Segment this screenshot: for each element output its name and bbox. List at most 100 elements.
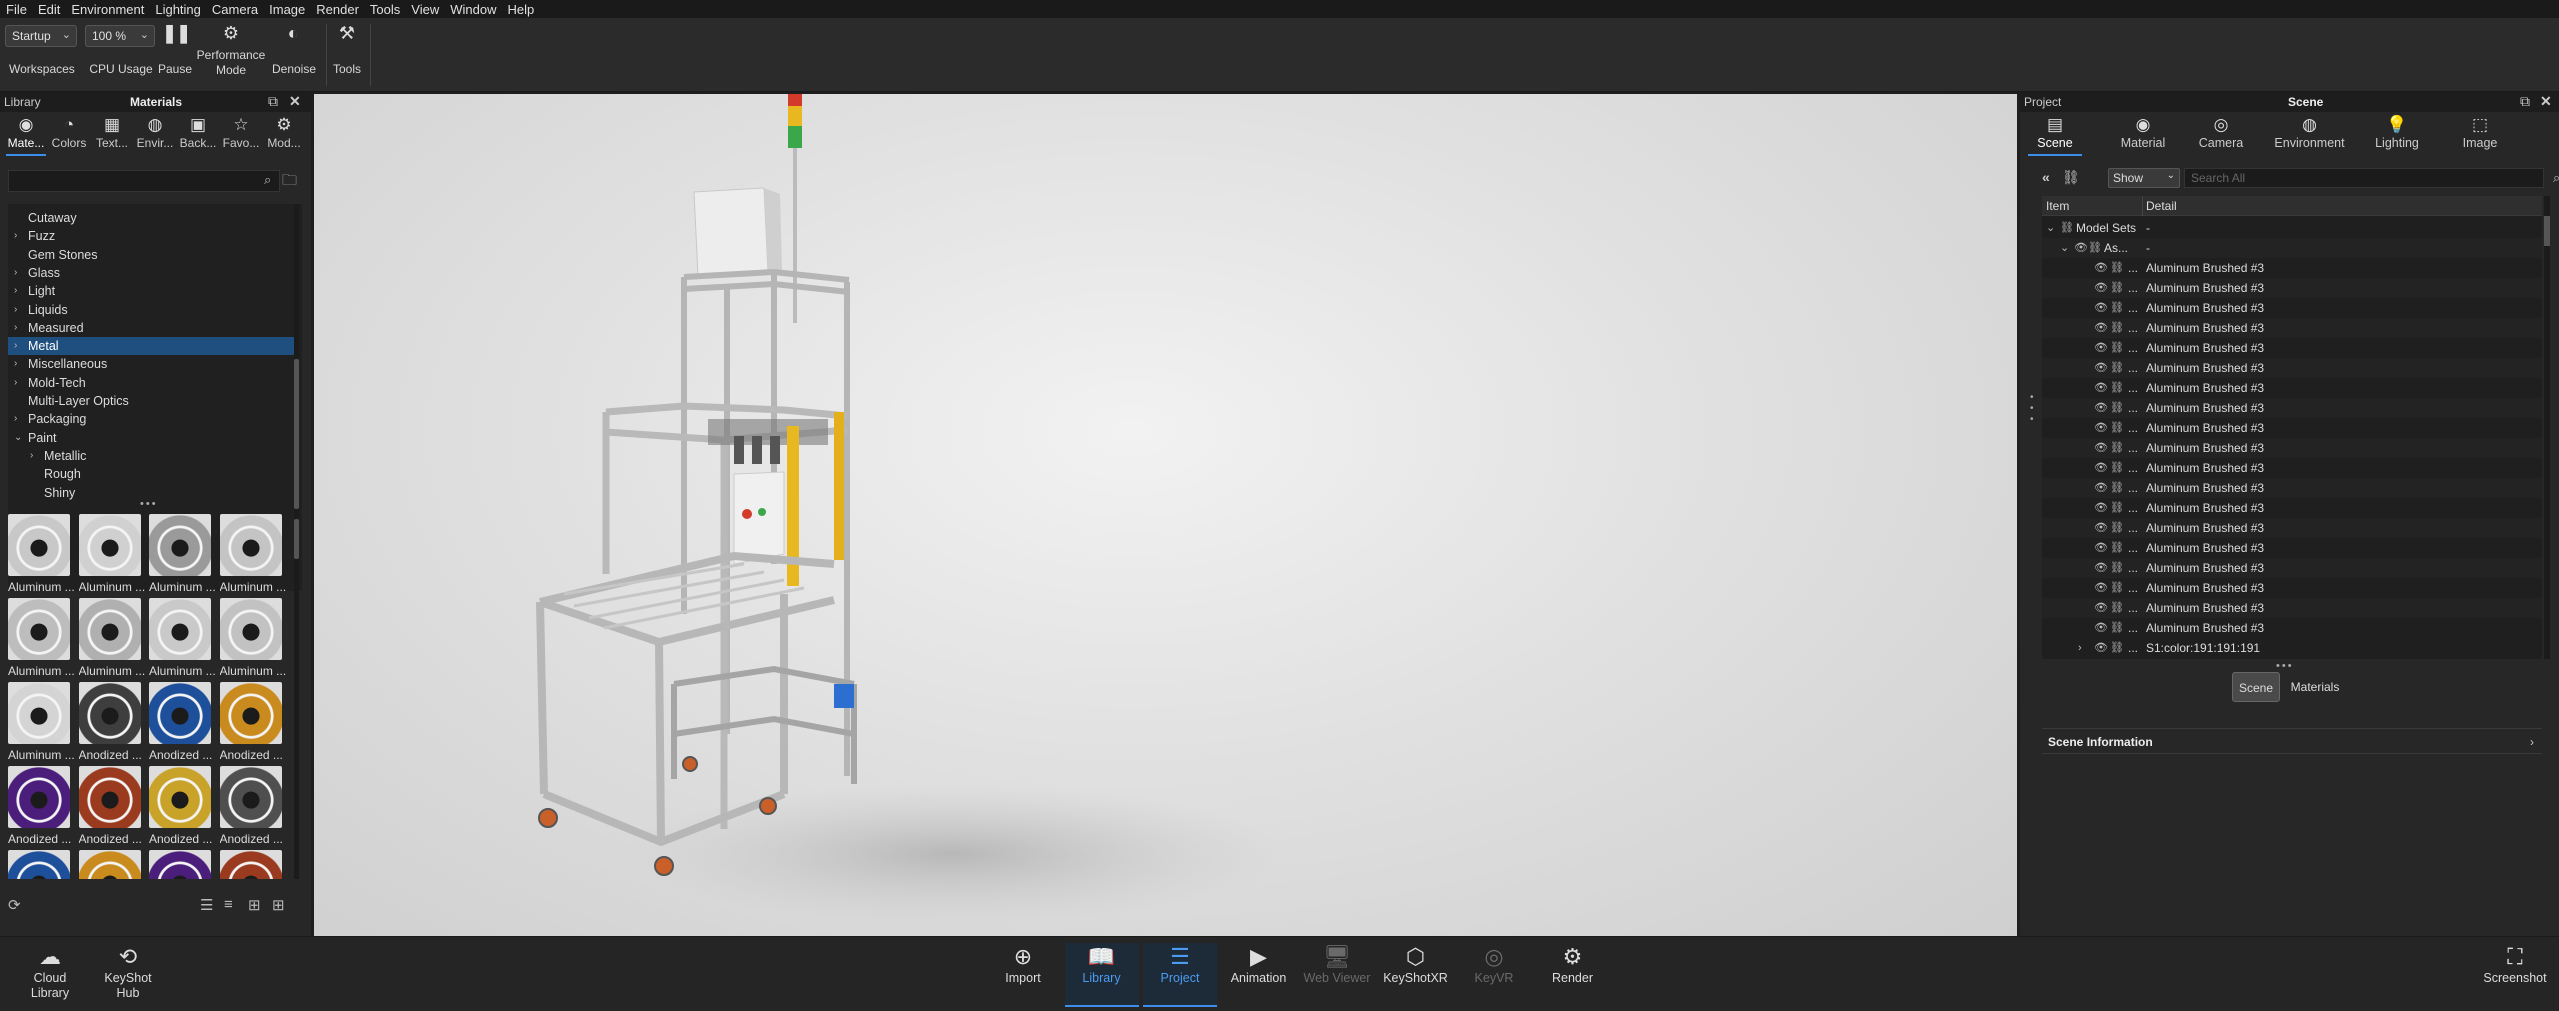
menu-item-lighting[interactable]: Lighting [155, 2, 201, 17]
scene-part-row[interactable]: 👁 ⛓ Aluminum Brushed #3... [2042, 518, 2542, 538]
visibility-eye-icon[interactable]: 👁 [2094, 638, 2108, 658]
keyshotxr-button[interactable]: ⬡ KeyShotXR [1379, 943, 1453, 1007]
visibility-eye-icon[interactable]: 👁 [2094, 258, 2108, 278]
scene-part-row[interactable]: 👁 ⛓ Aluminum Brushed #3... [2042, 558, 2542, 578]
column-header-item[interactable]: Item [2046, 199, 2069, 213]
column-header-detail[interactable]: Detail [2146, 199, 2177, 213]
tree-item[interactable]: › Glass [8, 264, 294, 282]
link-icon[interactable]: ⛓ [2110, 318, 2124, 338]
list-view-icon[interactable]: ≡ [224, 896, 233, 913]
library-tab-colors[interactable]: ◔ Colors [49, 114, 89, 156]
material-thumbnail[interactable]: Anodized ... [78, 682, 149, 766]
keyvr-button[interactable]: ◎ KeyVR [1457, 943, 1531, 1007]
material-thumbnail[interactable]: Anodized ... [149, 766, 219, 850]
link-icon[interactable]: ⛓ [2110, 378, 2124, 398]
chevron-right-icon[interactable]: › [14, 410, 26, 428]
splitter-handle-icon[interactable]: ••• [140, 498, 158, 510]
link-icon[interactable]: ⛓ [2110, 418, 2124, 438]
scene-part-row[interactable]: 👁 ⛓ Aluminum Brushed #3... [2042, 438, 2542, 458]
scene-part-row[interactable]: 👁 ⛓ Aluminum Brushed #3... [2042, 358, 2542, 378]
visibility-eye-icon[interactable]: 👁 [2094, 498, 2108, 518]
link-icon[interactable]: ⛓ [2110, 638, 2124, 658]
menu-item-help[interactable]: Help [507, 2, 534, 17]
visibility-eye-icon[interactable]: 👁 [2094, 358, 2108, 378]
visibility-eye-icon[interactable]: 👁 [2094, 338, 2108, 358]
material-thumbnail[interactable] [78, 850, 149, 879]
undock-icon[interactable]: ⧉ [2520, 93, 2530, 110]
material-thumbnail[interactable] [219, 850, 290, 879]
grid-view-small-icon[interactable]: ⊞ [248, 896, 261, 914]
tab-environment[interactable]: ◍ Environment [2262, 114, 2357, 156]
material-thumbnail[interactable]: Aluminum ... [78, 514, 149, 598]
visibility-eye-icon[interactable]: 👁 [2094, 378, 2108, 398]
segment-scene[interactable]: Scene [2232, 672, 2280, 702]
link-icon[interactable]: ⛓ [2110, 518, 2124, 538]
chevron-right-icon[interactable]: › [14, 301, 26, 319]
tab-camera[interactable]: ◎ Camera [2188, 114, 2254, 156]
link-icon[interactable]: ⛓ [2110, 298, 2124, 318]
scene-information-section[interactable]: Scene Information › [2042, 728, 2542, 754]
tab-scene[interactable]: ▤ Scene [2028, 114, 2082, 156]
close-icon[interactable]: ✕ [289, 93, 301, 110]
menu-item-window[interactable]: Window [450, 2, 496, 17]
chevron-down-icon[interactable]: ⌄ [2046, 218, 2055, 238]
material-thumbnail[interactable]: Aluminum ... [219, 598, 290, 682]
chevron-right-icon[interactable]: › [14, 282, 26, 300]
menu-item-tools[interactable]: Tools [370, 2, 400, 17]
link-icon[interactable]: ⛓ [2110, 258, 2124, 278]
tree-item[interactable]: › Measured [8, 319, 294, 337]
import-button[interactable]: ⊕ Import [986, 943, 1060, 1007]
library-tab-backplates[interactable]: ▣ Back... [178, 114, 218, 156]
link-icon[interactable]: ⛓ [2110, 558, 2124, 578]
material-thumbnail[interactable]: Aluminum ... [8, 682, 78, 766]
scene-part-row[interactable]: 👁 ⛓ Aluminum Brushed #3... [2042, 378, 2542, 398]
model-sets-row[interactable]: ⌄ ⛓ Model Sets - [2042, 218, 2542, 238]
pause-button[interactable]: ❚❚ [162, 23, 191, 44]
link-icon[interactable]: ⛓ [2110, 438, 2124, 458]
undock-icon[interactable]: ⧉ [268, 93, 278, 110]
keyshot-hub-button[interactable]: ⟲ KeyShot Hub [98, 943, 158, 1007]
visibility-eye-icon[interactable]: 👁 [2094, 458, 2108, 478]
menu-item-render[interactable]: Render [316, 2, 359, 17]
close-icon[interactable]: ✕ [2540, 93, 2552, 110]
tree-item[interactable]: › Packaging [8, 410, 294, 428]
link-icon[interactable]: ⛓ [2110, 358, 2124, 378]
render-viewport[interactable] [314, 94, 2017, 936]
visibility-eye-icon[interactable]: 👁 [2094, 318, 2108, 338]
chevron-right-icon[interactable]: › [14, 227, 26, 245]
scene-part-row[interactable]: 👁 ⛓ Aluminum Brushed #3... [2042, 338, 2542, 358]
chevron-right-icon[interactable]: › [14, 319, 26, 337]
visibility-eye-icon[interactable]: 👁 [2094, 618, 2108, 638]
link-icon[interactable]: ⛓ [2088, 238, 2102, 258]
visibility-eye-icon[interactable]: 👁 [2094, 298, 2108, 318]
scene-part-row[interactable]: 👁 ⛓ Aluminum Brushed #3... [2042, 258, 2542, 278]
tree-item[interactable]: › Mold-Tech [8, 374, 294, 392]
material-thumbnail[interactable]: Aluminum ... [149, 514, 219, 598]
material-thumbnail[interactable] [149, 850, 219, 879]
visibility-eye-icon[interactable]: 👁 [2094, 598, 2108, 618]
visibility-eye-icon[interactable]: 👁 [2094, 418, 2108, 438]
refresh-icon[interactable]: ⟳ [8, 896, 21, 914]
segment-materials[interactable]: Materials [2284, 672, 2346, 702]
tree-item[interactable]: › Liquids [8, 301, 294, 319]
show-filter-select[interactable]: Show ⌄ [2108, 168, 2180, 188]
visibility-eye-icon[interactable]: 👁 [2094, 538, 2108, 558]
tree-item[interactable]: › Miscellaneous [8, 355, 294, 373]
tree-item[interactable]: Rough [8, 465, 294, 483]
material-thumbnail[interactable]: Aluminum ... [149, 598, 219, 682]
denoise-button[interactable]: ◐ [280, 23, 306, 44]
scene-part-row[interactable]: 👁 ⛓ Aluminum Brushed #3... [2042, 598, 2542, 618]
scene-search-input[interactable]: Search All [2184, 168, 2544, 188]
library-tab-models[interactable]: ⚙ Mod... [264, 114, 304, 156]
visibility-eye-icon[interactable]: 👁 [2094, 518, 2108, 538]
web-viewer-button[interactable]: 🖥 Web Viewer [1300, 943, 1374, 1007]
scene-part-row[interactable]: 👁 ⛓ Aluminum Brushed #3... [2042, 478, 2542, 498]
chevron-right-icon[interactable]: › [30, 447, 42, 465]
chevron-right-icon[interactable]: › [14, 374, 26, 392]
visibility-eye-icon[interactable]: 👁 [2094, 278, 2108, 298]
workspace-select[interactable]: Startup ⌄ [5, 25, 77, 47]
scene-part-row[interactable]: 👁 ⛓ Aluminum Brushed #3... [2042, 418, 2542, 438]
folder-icon[interactable]: 🗀 [282, 170, 297, 195]
animation-button[interactable]: ▶ Animation [1222, 943, 1296, 1007]
search-icon[interactable]: ⌕ [2553, 170, 2559, 186]
